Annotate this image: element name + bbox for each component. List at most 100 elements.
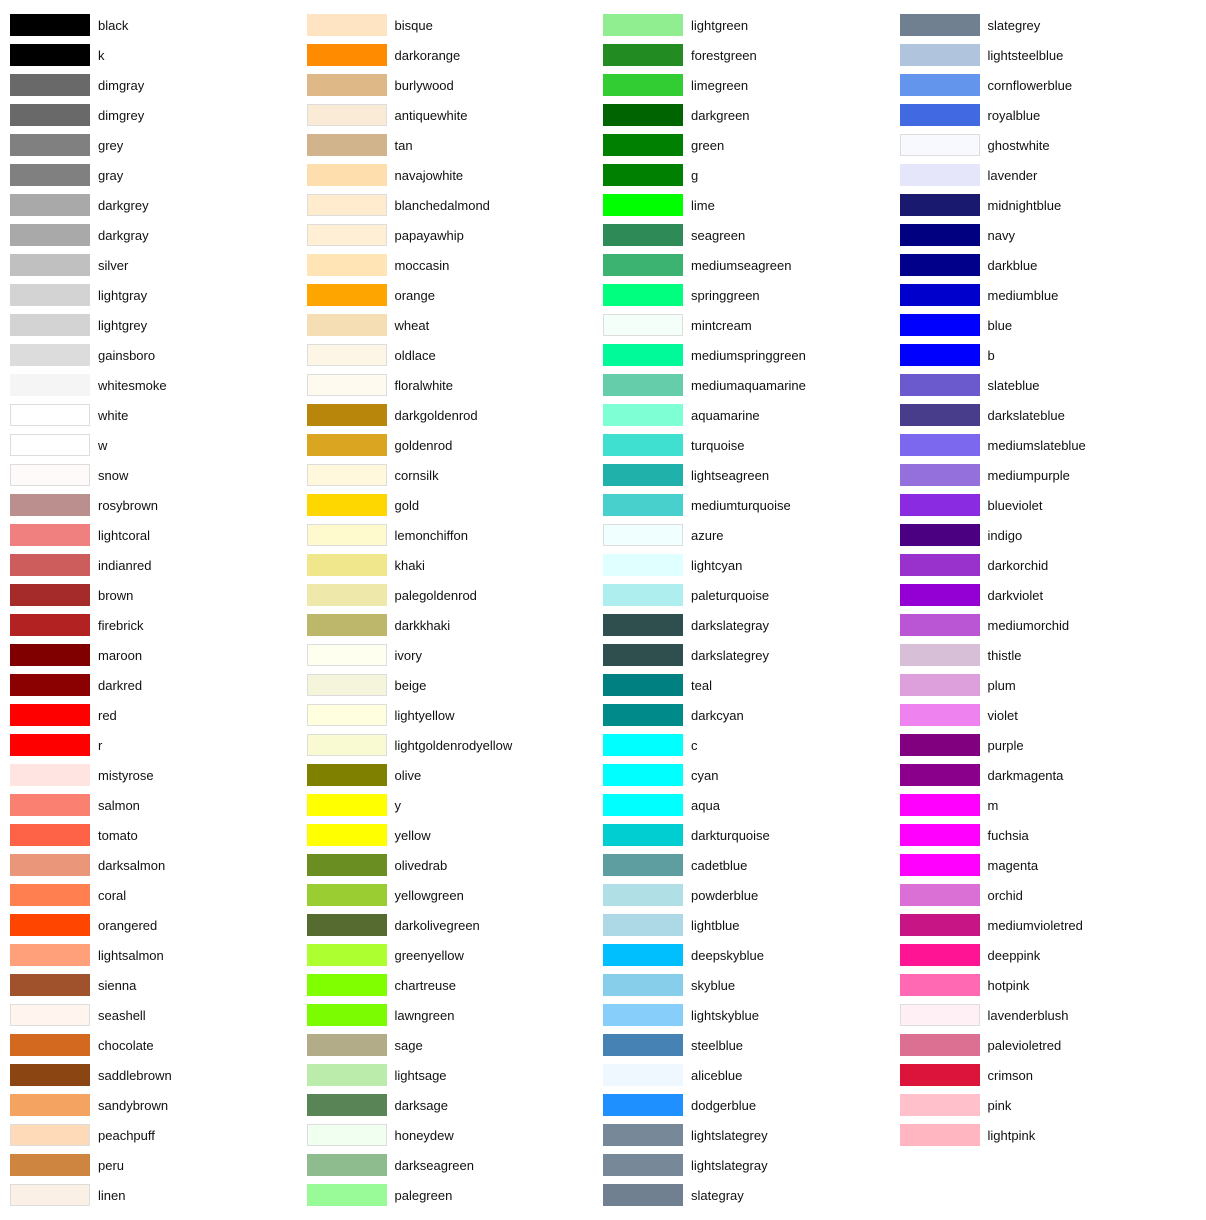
color-item: oldlace [307,342,604,368]
color-name-label: papayawhip [395,228,464,243]
color-swatch [603,194,683,216]
color-item: skyblue [603,972,900,998]
color-name-label: green [691,138,724,153]
color-name-label: olive [395,768,422,783]
color-swatch [603,614,683,636]
color-name-label: tan [395,138,413,153]
color-swatch [10,284,90,306]
color-item: mediumblue [900,282,1197,308]
color-name-label: midnightblue [988,198,1062,213]
color-swatch [603,494,683,516]
color-item: blueviolet [900,492,1197,518]
color-name-label: goldenrod [395,438,453,453]
color-name-label: navajowhite [395,168,464,183]
color-name-label: springgreen [691,288,760,303]
color-item: powderblue [603,882,900,908]
color-swatch [900,734,980,756]
color-swatch [603,464,683,486]
color-swatch [603,914,683,936]
color-name-label: hotpink [988,978,1030,993]
color-swatch [603,1184,683,1206]
color-name-label: sage [395,1038,423,1053]
color-name-label: gainsboro [98,348,155,363]
color-item: dimgrey [10,102,307,128]
color-swatch [603,1034,683,1056]
color-swatch [900,134,980,156]
color-swatch [307,614,387,636]
color-item: cornsilk [307,462,604,488]
color-name-label: b [988,348,995,363]
color-item: lightcyan [603,552,900,578]
color-swatch [307,14,387,36]
color-item: grey [10,132,307,158]
color-item: darkturquoise [603,822,900,848]
color-name-label: purple [988,738,1024,753]
color-name-label: lightskyblue [691,1008,759,1023]
color-name-label: darkviolet [988,588,1044,603]
color-swatch [307,434,387,456]
color-swatch [307,554,387,576]
color-item: plum [900,672,1197,698]
color-swatch [10,1154,90,1176]
color-column-3: lightgreenforestgreenlimegreendarkgreeng… [603,10,900,1210]
color-name-label: whitesmoke [98,378,167,393]
color-item: b [900,342,1197,368]
color-swatch [603,434,683,456]
color-name-label: darkslategray [691,618,769,633]
color-name-label: skyblue [691,978,735,993]
color-name-label: orangered [98,918,157,933]
color-swatch [603,14,683,36]
color-name-label: pink [988,1098,1012,1113]
color-swatch [603,974,683,996]
color-name-label: lightslategrey [691,1128,768,1143]
color-name-label: paleturquoise [691,588,769,603]
color-swatch [307,134,387,156]
color-name-label: steelblue [691,1038,743,1053]
color-name-label: c [691,738,698,753]
color-swatch [603,284,683,306]
color-item: papayawhip [307,222,604,248]
color-item: blanchedalmond [307,192,604,218]
color-item: cyan [603,762,900,788]
color-name-label: m [988,798,999,813]
color-item: dimgray [10,72,307,98]
color-item: y [307,792,604,818]
color-swatch [307,854,387,876]
color-item: ghostwhite [900,132,1197,158]
color-swatch [10,224,90,246]
color-item: lightskyblue [603,1002,900,1028]
color-swatch [900,974,980,996]
color-name-label: thistle [988,648,1022,663]
color-name-label: darkgoldenrod [395,408,478,423]
color-swatch [900,794,980,816]
color-name-label: lightcyan [691,558,742,573]
color-swatch [10,944,90,966]
color-name-label: aliceblue [691,1068,742,1083]
color-name-label: turquoise [691,438,744,453]
color-swatch [603,1094,683,1116]
color-item: indianred [10,552,307,578]
color-swatch [603,644,683,666]
color-name-label: tomato [98,828,138,843]
color-item: thistle [900,642,1197,668]
color-swatch [307,254,387,276]
color-item: darkslateblue [900,402,1197,428]
color-swatch [307,1124,387,1146]
color-swatch [307,164,387,186]
color-item: beige [307,672,604,698]
color-name-label: limegreen [691,78,748,93]
color-swatch [603,1064,683,1086]
color-swatch [10,464,90,486]
color-swatch [900,104,980,126]
color-item: maroon [10,642,307,668]
color-item: mediumpurple [900,462,1197,488]
color-item: orchid [900,882,1197,908]
color-swatch [10,524,90,546]
color-item: olivedrab [307,852,604,878]
color-swatch [10,614,90,636]
color-name-label: sienna [98,978,136,993]
color-swatch [603,314,683,336]
color-swatch [900,674,980,696]
color-name-label: coral [98,888,126,903]
color-item: coral [10,882,307,908]
